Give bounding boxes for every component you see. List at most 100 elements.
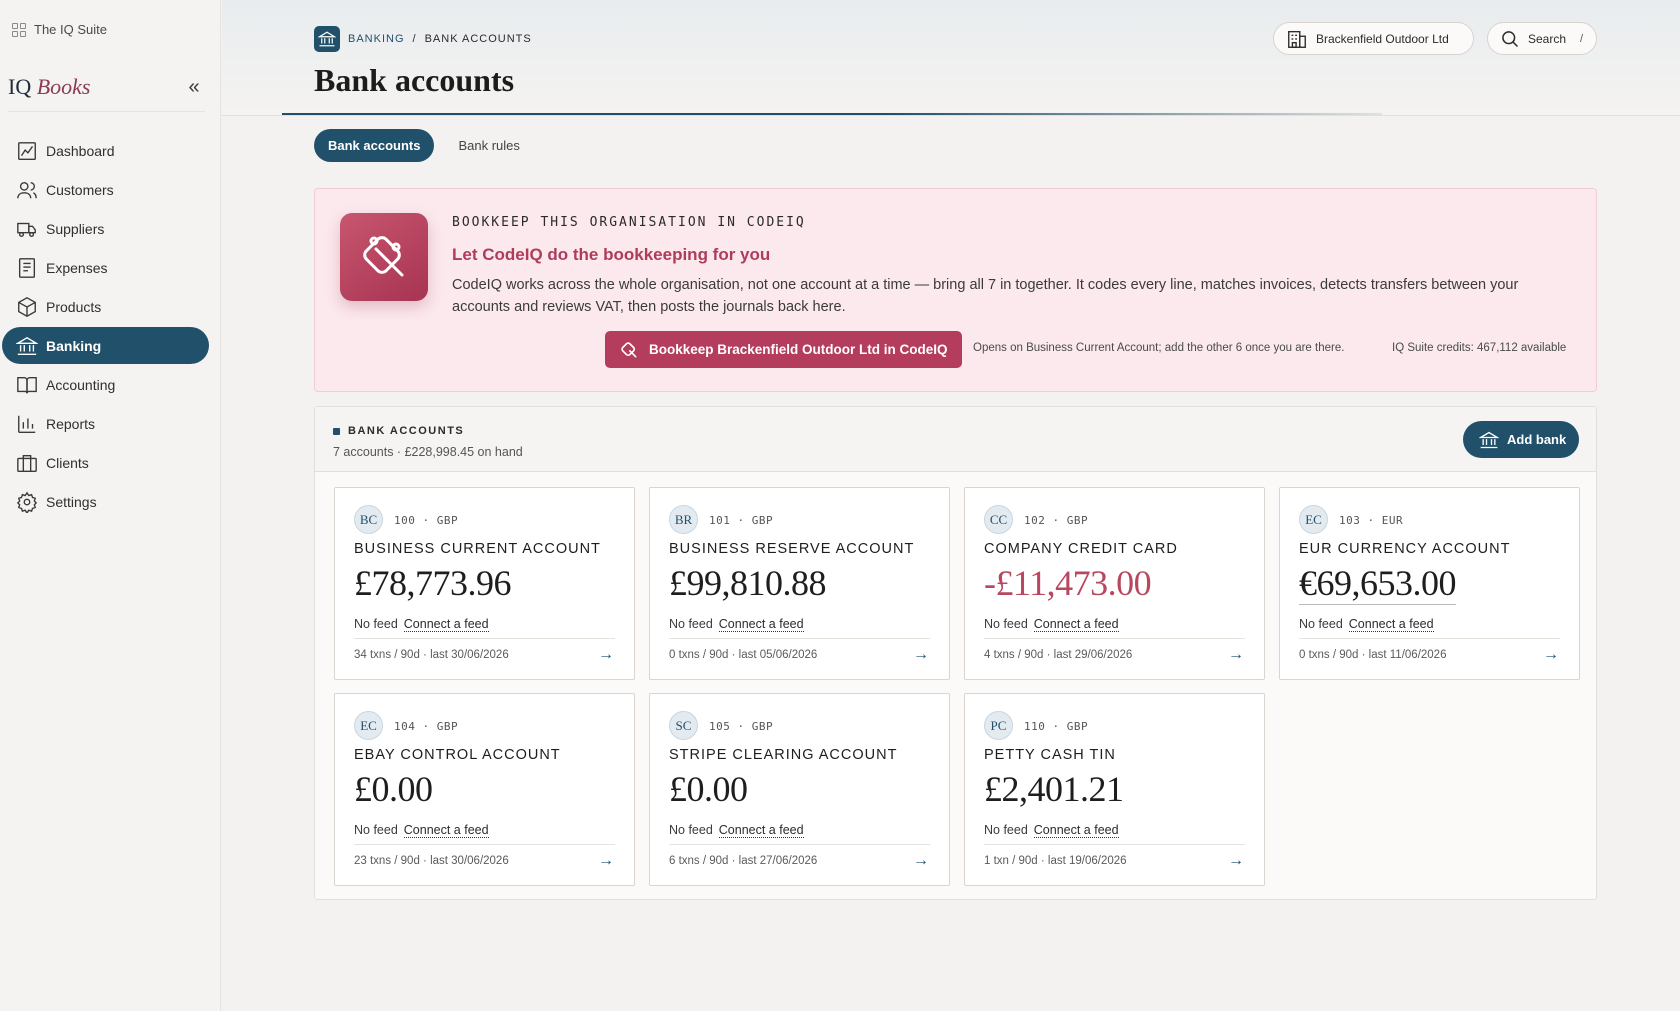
account-card[interactable]: EC 104 · GBP EBAY CONTROL ACCOUNT £0.00 … [334,693,635,886]
tab-bank-accounts[interactable]: Bank accounts [314,129,435,162]
account-activity: 34 txns / 90d · last 30/06/2026 [354,649,509,661]
box-icon [18,296,36,317]
account-card[interactable]: BR 101 · GBP BUSINESS RESERVE ACCOUNT £9… [649,487,950,680]
arrow-right-icon[interactable]: → [913,646,929,664]
sidebar-item-suppliers[interactable]: Suppliers [2,210,209,247]
sidebar-item-dashboard[interactable]: Dashboard [2,132,209,169]
sidebar-item-label: Banking [46,337,102,354]
feed-status: No feed Connect a feed [984,617,1119,632]
card-divider [984,638,1245,639]
account-card[interactable]: SC 105 · GBP STRIPE CLEARING ACCOUNT £0.… [649,693,950,886]
connect-feed-link[interactable]: Connect a feed [718,823,804,838]
connect-feed-link[interactable]: Connect a feed [403,823,489,838]
account-activity: 4 txns / 90d · last 29/06/2026 [984,649,1133,661]
bank-icon [16,336,38,355]
promo-eyebrow: BOOKKEEP THIS ORGANISATION IN CODEIQ [452,215,806,230]
sidebar-item-accounting[interactable]: Accounting [2,366,209,403]
collapse-sidebar-button[interactable]: « [184,77,204,98]
account-card[interactable]: PC 110 · GBP PETTY CASH TIN £2,401.21 No… [964,693,1265,886]
promo-note: Opens on Business Current Account; add t… [973,342,1345,354]
account-balance: £2,401.21 [984,769,1124,809]
connect-feed-link[interactable]: Connect a feed [1033,617,1119,632]
connect-feed-link[interactable]: Connect a feed [1033,823,1119,838]
sidebar-item-products[interactable]: Products [2,288,209,325]
feed-status: No feed Connect a feed [669,823,804,838]
sidebar-item-label: Settings [46,493,97,510]
account-name: EBAY CONTROL ACCOUNT [354,747,561,763]
arrow-right-icon[interactable]: → [913,852,929,870]
square-bullet-icon [333,427,340,435]
panel-title-text: BANK ACCOUNTS [348,425,465,437]
sidebar-item-label: Suppliers [46,220,105,237]
codeiq-promo-banner: BOOKKEEP THIS ORGANISATION IN CODEIQ Let… [314,188,1597,392]
grid-icon [12,22,26,37]
account-card[interactable]: BC 100 · GBP BUSINESS CURRENT ACCOUNT £7… [334,487,635,680]
bookkeep-button-label: Bookkeep Brackenfield Outdoor Ltd in Cod… [649,342,948,357]
briefcase-icon [17,454,37,472]
card-divider [669,638,930,639]
tab-bank-rules[interactable]: Bank rules [444,129,533,162]
connect-feed-link[interactable]: Connect a feed [403,617,489,632]
connect-feed-link[interactable]: Connect a feed [1348,617,1434,632]
account-code: 104 · GBP [394,720,459,733]
panel-title: BANK ACCOUNTS [333,425,464,437]
feed-status-text: No feed [669,617,713,631]
card-divider [984,844,1245,845]
bookkeep-in-codeiq-button[interactable]: Bookkeep Brackenfield Outdoor Ltd in Cod… [605,331,962,368]
account-code: 103 · EUR [1339,514,1404,527]
account-activity: 23 txns / 90d · last 30/06/2026 [354,855,509,867]
account-card[interactable]: EC 103 · EUR EUR CURRENCY ACCOUNT €69,65… [1279,487,1580,680]
sidebar-item-reports[interactable]: Reports [2,405,209,442]
add-bank-button[interactable]: Add bank [1463,421,1579,458]
codeiq-logo-icon [340,213,428,301]
sidebar-item-clients[interactable]: Clients [2,444,209,481]
feed-status: No feed Connect a feed [1299,617,1434,632]
breadcrumb-separator: / [412,33,417,45]
account-balance: -£11,473.00 [984,563,1152,603]
account-activity: 6 txns / 90d · last 27/06/2026 [669,855,818,867]
credits-available: IQ Suite credits: 467,112 available [1392,342,1567,354]
arrow-right-icon[interactable]: → [598,852,614,870]
account-avatar: CC [984,505,1013,534]
arrow-right-icon[interactable]: → [1228,646,1244,664]
sidebar-item-settings[interactable]: Settings [2,483,209,520]
organisation-switcher[interactable]: Brackenfield Outdoor Ltd [1273,22,1474,55]
account-activity: 0 txns / 90d · last 05/06/2026 [669,649,818,661]
sidebar-item-banking[interactable]: Banking [2,327,209,364]
suite-switcher[interactable]: The IQ Suite [12,22,107,37]
add-bank-label: Add bank [1507,432,1567,447]
sidebar-item-expenses[interactable]: Expenses [2,249,209,286]
promo-heading: Let CodeIQ do the bookkeeping for you [452,245,771,264]
breadcrumb-banking-link[interactable]: BANKING [348,33,405,45]
customers-icon [17,181,37,198]
feed-status-text: No feed [354,823,398,837]
account-code: 102 · GBP [1024,514,1089,527]
account-balance: £0.00 [669,769,748,809]
bank-icon [1479,431,1499,448]
arrow-right-icon[interactable]: → [1228,852,1244,870]
account-name: EUR CURRENCY ACCOUNT [1299,541,1511,557]
breadcrumb: BANKING / BANK ACCOUNTS [314,26,532,52]
search-button[interactable]: Search / [1487,22,1597,55]
account-balance: £99,810.88 [669,563,827,603]
arrow-right-icon[interactable]: → [1543,646,1559,664]
account-activity: 1 txn / 90d · last 19/06/2026 [984,855,1127,867]
account-name: BUSINESS RESERVE ACCOUNT [669,541,915,557]
suite-label: The IQ Suite [34,22,107,37]
dashboard-icon [18,141,36,160]
arrow-right-icon[interactable]: → [598,646,614,664]
bank-icon [314,26,340,52]
connect-feed-link[interactable]: Connect a feed [718,617,804,632]
sidebar-item-label: Reports [46,415,96,432]
brand-logo[interactable]: IQ Books [8,74,90,100]
search-icon [1502,30,1519,47]
sidebar-item-label: Accounting [46,376,116,393]
card-divider [354,638,615,639]
receipt-icon [18,257,36,278]
sidebar-item-customers[interactable]: Customers [2,171,209,208]
accounts-summary: 7 accounts · £228,998.45 on hand [333,445,523,459]
account-card[interactable]: CC 102 · GBP COMPANY CREDIT CARD -£11,47… [964,487,1265,680]
bar-chart-icon [18,415,36,433]
search-label: Search [1528,31,1567,46]
account-code: 105 · GBP [709,720,774,733]
